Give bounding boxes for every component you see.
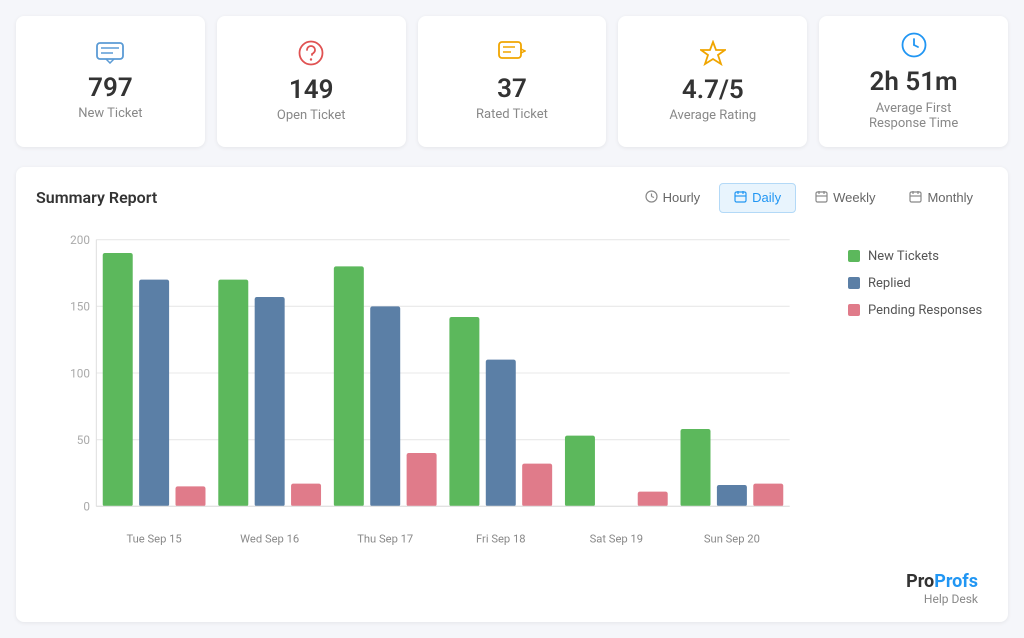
stat-label-open-ticket: Open Ticket [277, 108, 346, 123]
svg-text:Wed Sep 16: Wed Sep 16 [240, 532, 299, 545]
legend-dot-new-tickets [848, 250, 860, 262]
stat-value-response-time: 2h 51m [870, 68, 958, 97]
legend-label-new-tickets: New Tickets [868, 249, 939, 264]
tab-icon-weekly [815, 190, 828, 206]
tab-label-hourly: Hourly [663, 190, 701, 205]
svg-text:Fri Sep 18: Fri Sep 18 [476, 532, 526, 545]
proprofs-logo: ProProfs Help Desk [906, 571, 988, 606]
logo-pro: Pro [906, 571, 934, 592]
stats-row: 797 New Ticket 149 Open Ticket 37 Rated … [16, 16, 1008, 147]
stat-label-new-ticket: New Ticket [78, 106, 142, 121]
period-tabs: Hourly Daily Weekly Monthly [630, 183, 988, 213]
stat-card-response-time: 2h 51m Average FirstResponse Time [819, 16, 1008, 147]
tab-icon-hourly [645, 190, 658, 206]
stat-icon-response-time [901, 32, 927, 62]
stat-card-average-rating: 4.7/5 Average Rating [618, 16, 807, 147]
report-title: Summary Report [36, 188, 157, 207]
stat-value-open-ticket: 149 [289, 76, 334, 105]
tab-icon-monthly [909, 190, 922, 206]
tab-icon-daily [734, 190, 747, 206]
stat-label-average-rating: Average Rating [669, 108, 756, 123]
stat-card-open-ticket: 149 Open Ticket [217, 16, 406, 147]
report-section: Summary Report HourlyDailyWeeklyMonthly … [16, 167, 1008, 622]
legend-label-pending: Pending Responses [868, 303, 982, 318]
tab-label-monthly: Monthly [927, 190, 973, 205]
tab-monthly[interactable]: Monthly [894, 183, 988, 213]
svg-text:Sat Sep 19: Sat Sep 19 [590, 532, 643, 545]
stat-icon-open-ticket [298, 40, 324, 70]
stat-label-response-time: Average FirstResponse Time [869, 101, 958, 131]
legend-item-new-tickets: New Tickets [848, 249, 988, 264]
stat-icon-new-ticket [96, 42, 124, 68]
chart-area: 0 50 100 150 200 Tue Sep 15 Wed Sep 16 Thu Sep … [36, 229, 818, 553]
tab-label-weekly: Weekly [833, 190, 875, 205]
logo-helpdesk: Help Desk [906, 592, 978, 606]
stat-label-rated-ticket: Rated Ticket [476, 107, 548, 122]
tab-daily[interactable]: Daily [719, 183, 796, 213]
tab-weekly[interactable]: Weekly [800, 183, 890, 213]
stat-icon-average-rating [700, 40, 726, 70]
svg-text:Sun Sep 20: Sun Sep 20 [704, 532, 760, 545]
legend-label-replied: Replied [868, 276, 911, 291]
chart-container: 0 50 100 150 200 Tue Sep 15 Wed Sep 16 Thu Sep … [36, 229, 988, 553]
legend-dot-replied [848, 277, 860, 289]
tab-label-daily: Daily [752, 190, 781, 205]
report-header: Summary Report Hourly Daily Weekly Monthly [36, 183, 988, 213]
svg-text:200: 200 [70, 233, 90, 247]
legend-item-replied: Replied [848, 276, 988, 291]
stat-icon-rated-ticket [498, 41, 526, 69]
svg-text:0: 0 [83, 499, 90, 513]
svg-text:50: 50 [77, 433, 90, 447]
chart-legend: New Tickets Replied Pending Responses [838, 229, 988, 553]
tab-hourly[interactable]: Hourly [630, 183, 716, 213]
logo-profs: Profs [934, 571, 978, 592]
legend-dot-pending [848, 304, 860, 316]
svg-text:Thu Sep 17: Thu Sep 17 [357, 532, 413, 545]
stat-card-rated-ticket: 37 Rated Ticket [418, 16, 607, 147]
legend-item-pending: Pending Responses [848, 303, 988, 318]
svg-text:100: 100 [70, 366, 90, 380]
stat-value-average-rating: 4.7/5 [682, 76, 744, 105]
stat-value-new-ticket: 797 [88, 74, 133, 103]
stat-value-rated-ticket: 37 [497, 75, 527, 104]
chart-svg: 0 50 100 150 200 Tue Sep 15 Wed Sep 16 Thu Sep … [36, 229, 818, 549]
svg-text:150: 150 [70, 299, 90, 313]
svg-text:Tue Sep 15: Tue Sep 15 [126, 532, 181, 545]
stat-card-new-ticket: 797 New Ticket [16, 16, 205, 147]
